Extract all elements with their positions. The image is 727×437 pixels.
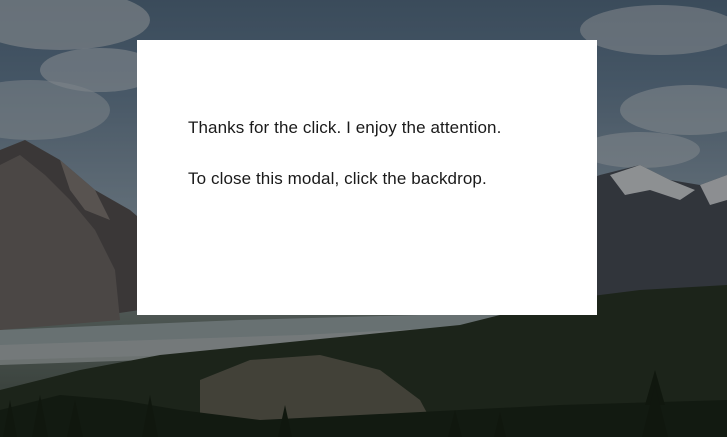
modal-message-line-2: To close this modal, click the backdrop. <box>188 169 487 188</box>
landscape-background: Thanks for the click. I enjoy the attent… <box>0 0 727 437</box>
modal-dialog: Thanks for the click. I enjoy the attent… <box>137 40 597 315</box>
modal-message-line-1: Thanks for the click. I enjoy the attent… <box>188 118 502 137</box>
